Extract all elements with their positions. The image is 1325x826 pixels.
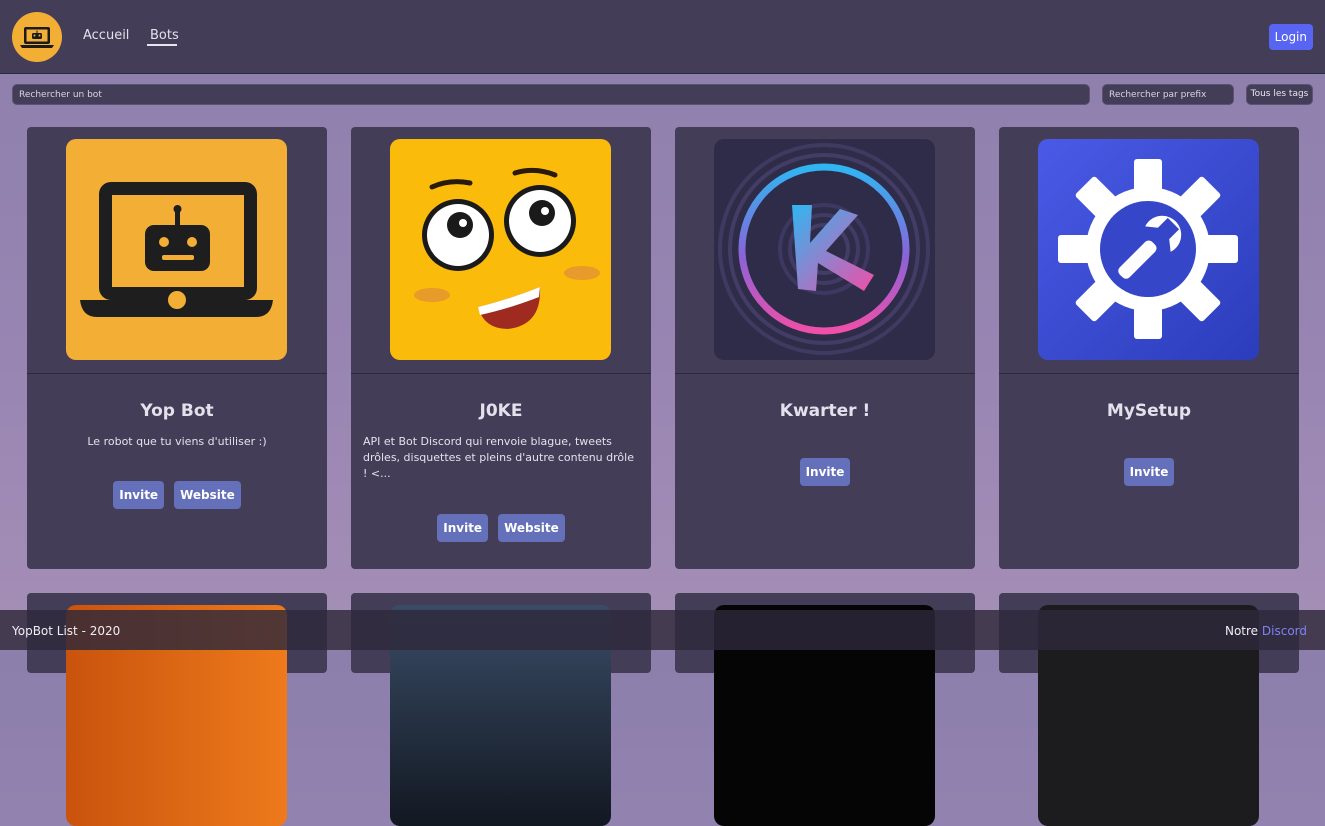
bot-card-yop-bot: Yop Bot Le robot que tu viens d'utiliser… — [27, 127, 327, 569]
prefix-search-input[interactable] — [1102, 84, 1234, 105]
bot-name: J0KE — [479, 401, 523, 421]
k-ring-icon — [718, 143, 930, 355]
discord-link[interactable]: Discord — [1262, 624, 1307, 638]
bot-description: API et Bot Discord qui renvoie blague, t… — [363, 435, 634, 480]
bot-card-header — [351, 127, 651, 374]
invite-button[interactable]: Invite — [437, 514, 489, 542]
bot-description: Le robot que tu viens d'utiliser :) — [87, 435, 267, 448]
bot-card-mysetup: MySetup Invite — [999, 127, 1299, 569]
footer: YopBot List - 2020 Notre Discord — [0, 610, 1325, 650]
robot-laptop-icon — [80, 182, 273, 317]
invite-button[interactable]: Invite — [1123, 458, 1175, 486]
website-button[interactable]: Website — [498, 514, 565, 542]
bot-avatar — [1038, 139, 1259, 360]
bot-card-header — [675, 127, 975, 374]
bot-actions: Invite Website — [351, 514, 651, 542]
bot-name: Kwarter ! — [779, 401, 871, 421]
bot-card-header — [27, 127, 327, 374]
robot-laptop-icon — [20, 27, 54, 48]
top-navbar: Accueil Bots Login — [0, 0, 1325, 74]
nav-bots-link[interactable]: Bots — [150, 28, 179, 43]
nav-active-indicator — [147, 44, 177, 46]
bot-name: MySetup — [1106, 401, 1192, 421]
footer-copyright: YopBot List - 2020 — [12, 624, 121, 638]
bot-avatar — [390, 139, 611, 360]
bot-search-input[interactable] — [12, 84, 1090, 105]
bot-card-joke: J0KE API et Bot Discord qui renvoie blag… — [351, 127, 651, 569]
login-button[interactable]: Login — [1268, 24, 1313, 50]
bot-actions: Invite — [675, 458, 975, 486]
site-logo[interactable] — [12, 12, 62, 62]
footer-our-label: Notre — [1224, 624, 1259, 638]
tags-filter-select[interactable]: Tous les tags — [1246, 84, 1313, 105]
website-button[interactable]: Website — [174, 481, 241, 509]
bot-actions: Invite — [999, 458, 1299, 486]
bot-name: Yop Bot — [140, 401, 214, 421]
bot-actions: Invite Website — [27, 481, 327, 509]
nav-accueil-link[interactable]: Accueil — [83, 28, 129, 43]
invite-button[interactable]: Invite — [113, 481, 165, 509]
bot-avatar — [714, 139, 935, 360]
bot-card-header — [999, 127, 1299, 374]
smiley-face-icon — [414, 167, 600, 329]
bot-card-kwarter: Kwarter ! Invite — [675, 127, 975, 569]
gear-wrench-icon — [1058, 159, 1238, 339]
bot-avatar — [66, 139, 287, 360]
invite-button[interactable]: Invite — [799, 458, 851, 486]
footer-discord: Notre Discord — [1225, 624, 1307, 638]
